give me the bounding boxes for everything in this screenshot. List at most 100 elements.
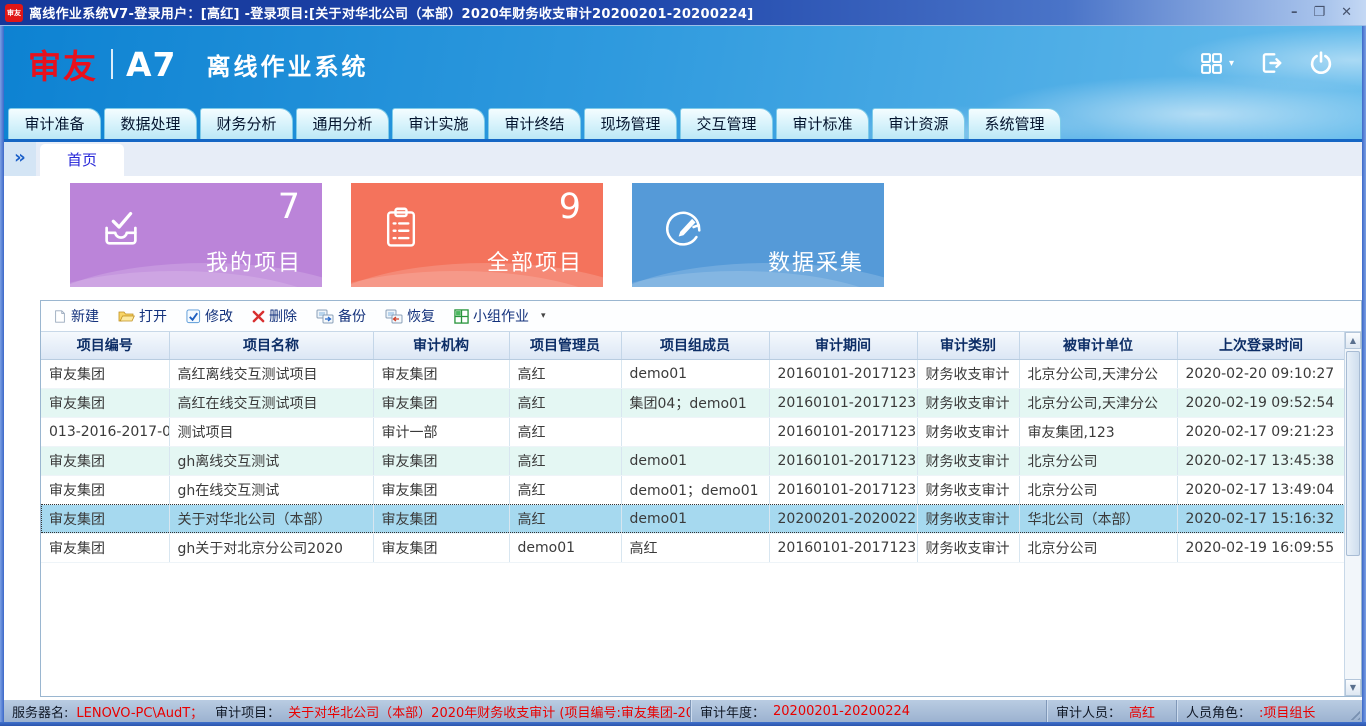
delete-button[interactable]: 删除 [252,306,297,326]
table-cell: demo01 [509,533,621,562]
ribbon-tab[interactable]: 审计资源 [872,108,965,139]
brand-product-name: A7 [126,45,177,84]
table-cell: 财务收支审计 [917,533,1019,562]
table-cell: 审友集团 [373,475,509,504]
column-header[interactable]: 项目名称 [169,332,373,359]
app-logo-icon: 审友 [5,4,23,22]
close-button[interactable]: ✕ [1341,4,1352,22]
table-cell: 北京分公司,天津分公 [1019,388,1177,417]
column-header[interactable]: 项目管理员 [509,332,621,359]
ribbon-tab[interactable]: 现场管理 [584,108,677,139]
page-tab-bar: » 首页 [0,142,1366,176]
table-cell: 2020-02-17 13:49:04 [1177,475,1345,504]
my-projects-count: 7 [278,187,300,227]
resize-grip[interactable] [1347,707,1360,720]
table-cell: 财务收支审计 [917,475,1019,504]
open-button[interactable]: 打开 [118,306,167,326]
modify-button[interactable]: 修改 [186,306,233,326]
column-header[interactable]: 项目组成员 [621,332,769,359]
table-cell: 高红 [621,533,769,562]
column-header[interactable]: 审计机构 [373,332,509,359]
ribbon-tab[interactable]: 审计标准 [776,108,869,139]
table-row[interactable]: 审友集团gh离线交互测试审友集团高红demo0120160101-2017123… [41,446,1345,475]
group-work-button[interactable]: 小组作业 ▾ [454,306,546,326]
data-collection-card[interactable]: 数据采集 [632,183,884,287]
table-cell: 审友集团 [373,388,509,417]
table-cell: 审友集团 [41,504,169,533]
column-header[interactable]: 上次登录时间 [1177,332,1345,359]
tab-home[interactable]: 首页 [40,144,124,176]
role-label: 人员角色： [1186,702,1251,721]
grid-menu-icon[interactable]: ▾ [1199,51,1234,76]
table-row[interactable]: 审友集团gh在线交互测试审友集团高红demo01；demo0120160101-… [41,475,1345,504]
table-row[interactable]: 013-2016-2017-0测试项目审计一部高红20160101-201712… [41,417,1345,446]
table-cell: 20160101-2017123 [769,475,917,504]
table-cell: 高红 [509,446,621,475]
ribbon-tab[interactable]: 财务分析 [200,108,293,139]
window-title: 离线作业系统V7-登录用户：[高红] -登录项目:[关于对华北公司（本部）202… [29,3,754,22]
restore-button[interactable]: 恢复 [385,306,435,326]
ribbon-tab[interactable]: 审计实施 [392,108,485,139]
ribbon-tab[interactable]: 交互管理 [680,108,773,139]
ribbon-tab[interactable]: 审计准备 [8,108,101,139]
open-folder-icon [118,309,135,323]
table-row[interactable]: 审友集团高红离线交互测试项目审友集团高红demo0120160101-20171… [41,359,1345,388]
power-icon[interactable] [1308,50,1334,76]
table-cell: 审友集团 [41,533,169,562]
my-projects-card[interactable]: 7 我的项目 [70,183,322,287]
ribbon-tabs: 审计准备数据处理财务分析通用分析审计实施审计终结现场管理交互管理审计标准审计资源… [8,108,1061,139]
auditor-value: 高红 [1129,702,1155,721]
maximize-button[interactable]: ❐ [1313,4,1325,22]
table-cell: 013-2016-2017-0 [41,417,169,446]
auditor-label: 审计人员： [1056,702,1121,721]
ribbon-tab[interactable]: 审计终结 [488,108,581,139]
titlebar: 审友 离线作业系统V7-登录用户：[高红] -登录项目:[关于对华北公司（本部）… [0,0,1366,26]
table-cell: 20160101-2017123 [769,359,917,388]
table-row[interactable]: 审友集团gh关于对北京分公司2020审友集团demo01高红20160101-2… [41,533,1345,562]
minimize-button[interactable]: – [1291,4,1298,22]
projects-table-wrap: 项目编号项目名称审计机构项目管理员项目组成员审计期间审计类别被审计单位上次登录时… [41,332,1361,696]
logout-icon[interactable] [1258,50,1284,76]
table-row[interactable]: 审友集团高红在线交互测试项目审友集团高红集团04；demo0120160101-… [41,388,1345,417]
table-row[interactable]: 审友集团关于对华北公司（本部）审友集团高红demo0120200201-2020… [41,504,1345,533]
server-label: 服务器名: [12,702,68,721]
column-header[interactable]: 审计期间 [769,332,917,359]
table-cell: 北京分公司 [1019,446,1177,475]
audit-project-value: 关于对华北公司（本部）2020年财务收支审计 (项目编号:审友集团-2020-0… [288,702,690,721]
ribbon-tab[interactable]: 通用分析 [296,108,389,139]
edit-refresh-icon [660,205,706,251]
sidebar-expand-button[interactable]: » [4,142,36,176]
all-projects-card[interactable]: 9 全部项目 [351,183,603,287]
table-cell: gh关于对北京分公司2020 [169,533,373,562]
brand-divider [111,49,113,79]
audit-project-label: 审计项目： [215,702,280,721]
scroll-down-arrow[interactable]: ▼ [1345,679,1361,696]
table-cell: 20200201-2020022 [769,504,917,533]
new-button[interactable]: 新建 [53,306,99,326]
table-cell: 20160101-2017123 [769,388,917,417]
table-cell: 20160101-2017123 [769,533,917,562]
scroll-thumb[interactable] [1346,351,1360,556]
table-cell: 审友集团 [41,388,169,417]
scroll-up-arrow[interactable]: ▲ [1345,332,1361,349]
column-header[interactable]: 项目编号 [41,332,169,359]
table-cell: demo01 [621,446,769,475]
vertical-scrollbar[interactable]: ▲ ▼ [1344,332,1361,696]
table-cell: 20160101-2017123 [769,417,917,446]
table-cell: 北京分公司,天津分公 [1019,359,1177,388]
table-cell: 审友集团 [41,359,169,388]
clipboard-list-icon [379,205,423,251]
table-cell: gh在线交互测试 [169,475,373,504]
table-cell: 审友集团 [373,359,509,388]
column-header[interactable]: 被审计单位 [1019,332,1177,359]
checkbox-icon [186,309,201,324]
backup-button[interactable]: 备份 [316,306,366,326]
table-cell: 审友集团 [373,446,509,475]
ribbon-tab[interactable]: 数据处理 [104,108,197,139]
table-cell: 关于对华北公司（本部） [169,504,373,533]
ribbon-tab[interactable]: 系统管理 [968,108,1061,139]
main-content: 7 我的项目 9 全部项目 [4,176,1362,700]
dropdown-caret-icon[interactable]: ▾ [541,311,546,321]
table-cell [621,417,769,446]
column-header[interactable]: 审计类别 [917,332,1019,359]
